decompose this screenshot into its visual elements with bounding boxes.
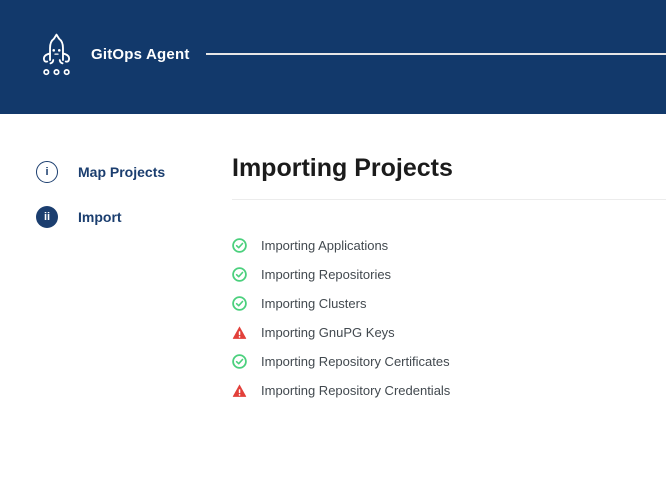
step-map-projects[interactable]: i Map Projects: [36, 161, 232, 183]
status-row-repositories: Importing Repositories: [232, 260, 666, 289]
wizard-body: i Map Projects ii Import Importing Proje…: [0, 114, 666, 405]
status-row-gnupg-keys: Importing GnuPG Keys: [232, 318, 666, 347]
check-circle-icon: [232, 238, 247, 253]
warning-triangle-icon: [232, 325, 247, 340]
status-label: Importing Repository Certificates: [261, 354, 450, 369]
status-row-applications: Importing Applications: [232, 231, 666, 260]
warning-triangle-icon: [232, 383, 247, 398]
title-divider: [232, 199, 666, 200]
step-number-badge: ii: [36, 206, 58, 228]
status-label: Importing Repositories: [261, 267, 391, 282]
app-header: GitOps Agent: [0, 0, 666, 114]
step-number-badge: i: [36, 161, 58, 183]
status-label: Importing Clusters: [261, 296, 366, 311]
status-label: Importing Repository Credentials: [261, 383, 450, 398]
argo-octopus-icon: [38, 31, 75, 78]
app-title: GitOps Agent: [91, 46, 190, 63]
status-row-clusters: Importing Clusters: [232, 289, 666, 318]
status-label: Importing Applications: [261, 238, 388, 253]
check-circle-icon: [232, 267, 247, 282]
header-divider-line: [206, 53, 666, 55]
step-label: Import: [78, 209, 122, 225]
import-panel: Importing Projects Importing Application…: [232, 114, 666, 405]
step-import[interactable]: ii Import: [36, 206, 232, 228]
import-status-list: Importing Applications Importing Reposit…: [232, 231, 666, 405]
status-label: Importing GnuPG Keys: [261, 325, 395, 340]
status-row-repository-certificates: Importing Repository Certificates: [232, 347, 666, 376]
step-label: Map Projects: [78, 164, 165, 180]
check-circle-icon: [232, 296, 247, 311]
wizard-steps-sidebar: i Map Projects ii Import: [0, 114, 232, 251]
status-row-repository-credentials: Importing Repository Credentials: [232, 376, 666, 405]
page-title: Importing Projects: [232, 155, 666, 183]
check-circle-icon: [232, 354, 247, 369]
